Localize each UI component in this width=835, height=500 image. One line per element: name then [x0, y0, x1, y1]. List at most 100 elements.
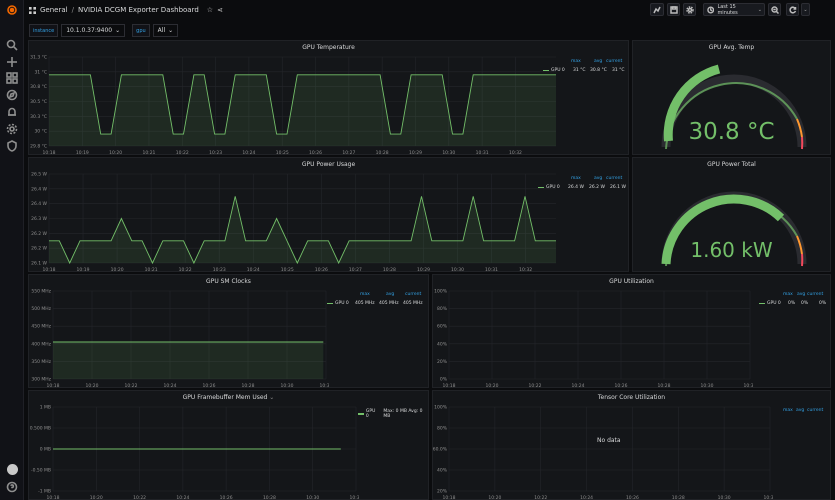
x-tick-label: 10:23	[209, 150, 222, 156]
instance-variable-select[interactable]: 10.1.0.37:9400 ⌄	[61, 24, 126, 37]
x-tick-label: 10:18	[443, 383, 456, 389]
y-tick-label: 30 °C	[34, 129, 47, 135]
legend-series[interactable]: GPU 0	[538, 185, 560, 190]
y-tick-label: 30.8 °C	[30, 84, 47, 90]
plus-icon[interactable]	[5, 55, 19, 69]
panel-gpu-temperature[interactable]: GPU Temperature 31.3 °C 31 °C 30.8 °C 30.5 …	[28, 40, 631, 156]
x-tick-label: 10:23	[213, 267, 226, 273]
legend-series[interactable]: GPU 0	[327, 301, 349, 306]
chevron-down-icon: ⌄	[757, 6, 762, 13]
x-tick-label: 10:26	[626, 495, 639, 500]
legend-series[interactable]: GPU 0	[543, 68, 565, 73]
gpu-temperature-graph[interactable]: 31.3 °C 31 °C 30.8 °C 30.5 °C 30.3 °C 30 °C 29…	[29, 53, 559, 156]
dashboard-title[interactable]: NVIDIA DCGM Exporter Dashboard	[78, 6, 199, 14]
legend-current: 31 °C	[612, 68, 625, 73]
legend-stats: Max: 0 MB Avg: 0 MB	[383, 409, 423, 419]
y-tick-label: 20%	[437, 489, 448, 495]
x-tick-label: 10:22	[133, 495, 146, 500]
legend-header-avg: avg	[594, 176, 603, 181]
legend-header-max: max	[360, 292, 370, 297]
dashboards-icon[interactable]	[5, 71, 19, 85]
tensor-core-utilization-graph[interactable]: 100% 80% 60.0% 40% 20%10:18 10:20 10:22 10:24 10…	[433, 403, 773, 500]
legend-header-max: max	[571, 176, 581, 181]
legend-avg: 30.8 °C	[590, 68, 607, 73]
gpu-utilization-graph[interactable]: 100% 80% 60% 40% 20% 0%10:18 10:20 10:22 10:24 10…	[433, 287, 753, 390]
panel-gpu-avg-temp[interactable]: GPU Avg. Temp 30.8 °C	[632, 40, 831, 155]
y-tick-label: 26.4 W	[31, 201, 47, 207]
add-panel-button[interactable]	[650, 3, 664, 16]
legend: max avg current GPU 0 31 °C 30.8 °C 31 °…	[541, 59, 631, 84]
panel-title: GPU Framebuffer Mem Used ⌄	[182, 394, 275, 401]
search-icon[interactable]	[5, 38, 19, 52]
y-tick-label: 500 MHz	[31, 306, 51, 312]
alerting-bell-icon[interactable]	[5, 105, 19, 119]
x-tick-label: 10:28	[672, 495, 685, 500]
x-tick-label: 10:24	[164, 383, 177, 389]
x-tick-label: 10:26	[220, 495, 233, 500]
grafana-logo-icon[interactable]	[5, 3, 19, 17]
chevron-down-icon: ⌄	[803, 6, 808, 13]
x-tick-label: 10:31	[476, 150, 489, 156]
y-tick-label: 30.5 °C	[30, 99, 47, 105]
refresh-button[interactable]	[786, 3, 799, 16]
grafana-app: General / NVIDIA DCGM Exporter Dashboard…	[0, 0, 835, 500]
user-avatar[interactable]	[5, 462, 19, 476]
x-tick-label: 10:20	[109, 150, 122, 156]
y-tick-label: 26.3 W	[31, 216, 47, 222]
breadcrumb-folder[interactable]: General	[40, 6, 68, 14]
x-tick-label: 10:30	[701, 383, 714, 389]
x-tick-label: 10:26	[315, 267, 328, 273]
legend-header-avg: avg	[796, 408, 805, 413]
x-tick-label: 10:30	[281, 383, 294, 389]
legend-series[interactable]: GPU 0 Max: 0 MB Avg: 0 MB	[358, 409, 430, 419]
series-area	[49, 74, 556, 146]
x-tick-label: 10:22	[176, 150, 189, 156]
panel-gpu-power-usage[interactable]: GPU Power Usage 26.5 W 26.4 W 26.4 W 26.3 W…	[28, 157, 629, 273]
y-tick-label: 60%	[437, 324, 448, 330]
gauge-value: 1.60 kW	[690, 238, 773, 262]
y-tick-label: 0%	[440, 377, 448, 383]
gauge-value: 30.8 °C	[688, 119, 775, 145]
settings-gear-icon[interactable]	[5, 122, 19, 136]
y-tick-label: 100%	[434, 405, 448, 411]
panel-gpu-utilization[interactable]: GPU Utilization 100% 80% 60% 40% 20% 0% 10:18 1…	[432, 274, 831, 390]
legend-max: 0%	[788, 301, 796, 306]
y-tick-label: 26.1 W	[31, 261, 47, 267]
chevron-down-icon[interactable]: ⌄	[269, 394, 274, 401]
panel-gpu-power-total[interactable]: GPU Power Total 1.60 kW	[632, 157, 831, 272]
panel-gpu-sm-clocks[interactable]: GPU SM Clocks 550 MHz 500 MHz 450 MHz 400 M…	[28, 274, 429, 390]
x-tick-label: 10:26	[309, 150, 322, 156]
time-range-label: Last 15 minutes	[717, 3, 738, 16]
zoom-out-button[interactable]	[768, 3, 781, 16]
star-icon[interactable]: ☆	[207, 6, 213, 14]
gpu-variable-select[interactable]: All ⌄	[152, 24, 179, 37]
share-icon[interactable]: ⋖	[217, 6, 223, 14]
x-tick-label: 10:29	[417, 267, 430, 273]
x-tick-label: 10:18	[47, 495, 60, 500]
save-dashboard-button[interactable]	[667, 3, 680, 16]
gpu-sm-clocks-graph[interactable]: 550 MHz 500 MHz 450 MHz 400 MHz 350 MHz 300 M…	[29, 287, 329, 390]
x-tick-label: 10:28	[658, 383, 671, 389]
time-range-picker[interactable]: Last 15 minutes ⌄	[703, 3, 765, 16]
legend-series[interactable]: GPU 0	[759, 301, 781, 306]
gpu-power-usage-graph[interactable]: 26.5 W 26.4 W 26.4 W 26.3 W 26.2 W 26.2 W 26.1…	[29, 170, 559, 273]
x-tick-label: 10:20	[90, 495, 103, 500]
gpu-framebuffer-mem-graph[interactable]: 1 MB 0.500 MB 0 MB -0.50 MB -1 MB10:18 10:20 1…	[29, 403, 359, 500]
explore-icon[interactable]	[5, 88, 19, 102]
dashboards-grid-icon	[29, 6, 36, 14]
help-icon[interactable]	[5, 480, 19, 494]
x-tick-label: 10:26	[203, 383, 216, 389]
y-tick-label: 40%	[437, 468, 448, 474]
panel-title: GPU SM Clocks	[206, 278, 251, 285]
x-tick-label: 10:20	[111, 267, 124, 273]
shield-icon[interactable]	[5, 139, 19, 153]
panel-gpu-framebuffer-mem[interactable]: GPU Framebuffer Mem Used ⌄ 1 MB 0.500 MB 0…	[28, 390, 429, 500]
dashboard-settings-button[interactable]	[683, 3, 696, 16]
x-tick-label: 10:26	[615, 383, 628, 389]
y-tick-label: 550 MHz	[31, 289, 51, 295]
refresh-interval-dropdown[interactable]: ⌄	[801, 3, 810, 16]
x-tick-label: 10:28	[263, 495, 276, 500]
panel-tensor-core-utilization[interactable]: Tensor Core Utilization 100% 80% 60.0% 40% 2…	[432, 390, 831, 500]
legend-header-avg: avg	[797, 292, 806, 297]
legend-header-max: max	[571, 59, 581, 64]
